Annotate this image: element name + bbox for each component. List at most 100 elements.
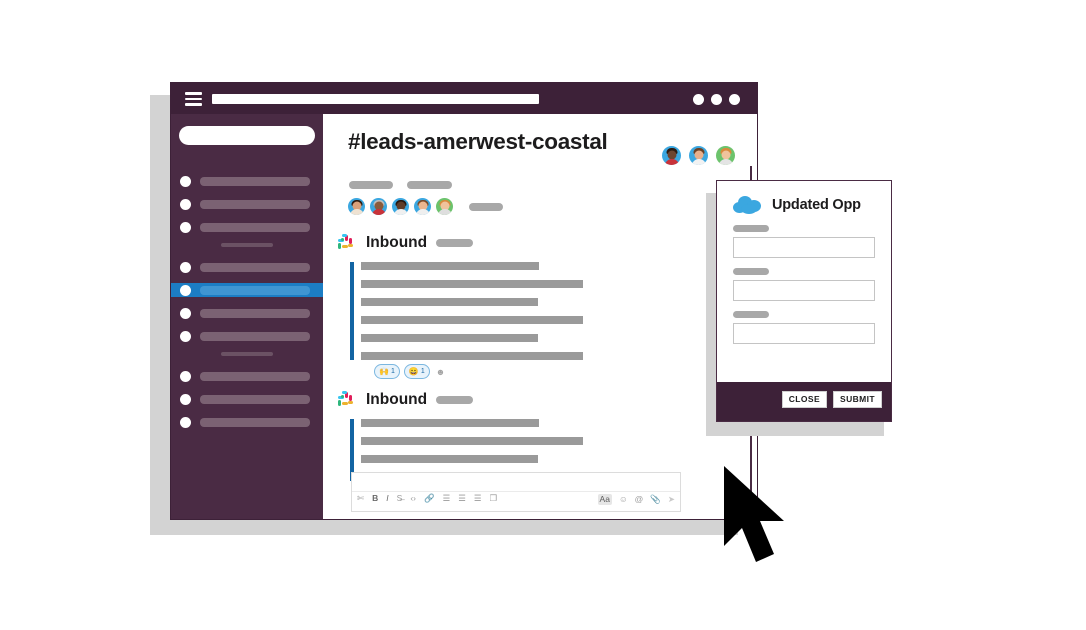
- channel-dot-icon: [180, 416, 191, 428]
- channel-dot-icon: [180, 261, 191, 273]
- hamburger-icon[interactable]: [185, 92, 202, 106]
- reaction-chip[interactable]: 🙌 1: [374, 364, 400, 379]
- channel-dot-icon: [180, 330, 191, 342]
- send-message-icon[interactable]: ➤: [668, 495, 675, 504]
- sidebar-item-2[interactable]: [171, 220, 323, 234]
- window-dot-2[interactable]: [711, 94, 722, 105]
- field-input[interactable]: [733, 280, 875, 301]
- window-title-bar: [171, 83, 757, 114]
- composer-format-tools: ✄ B I S̶ ‹› 🔗 ☰ ☰ ☰ ❐: [357, 494, 497, 503]
- form-field-2: [733, 311, 875, 344]
- avatar[interactable]: [436, 198, 453, 215]
- channel-member-avatars[interactable]: [348, 198, 503, 215]
- mention-icon[interactable]: @: [635, 495, 644, 504]
- channel-dot-icon: [180, 393, 191, 405]
- window-dot-3[interactable]: [729, 94, 740, 105]
- message-body: [337, 262, 687, 360]
- sidebar-item-label: [200, 285, 310, 295]
- header-avatar-group[interactable]: [662, 146, 735, 165]
- attach-file-icon[interactable]: 📎: [650, 495, 661, 504]
- text-line: [361, 352, 583, 360]
- sidebar-item-3[interactable]: [171, 260, 323, 274]
- channel-dot-icon: [180, 198, 191, 210]
- screenshot-canvas: #leads-amerwest-coastal Inbound 🙌 1 😄 1 …: [0, 0, 1086, 630]
- sidebar-item-5[interactable]: [171, 306, 323, 320]
- field-input[interactable]: [733, 323, 875, 344]
- add-reaction-icon[interactable]: ☻: [436, 367, 445, 377]
- sidebar-item-active[interactable]: [171, 283, 323, 297]
- smile-emoji-icon: 😄: [408, 366, 419, 376]
- text-line: [361, 455, 538, 463]
- workspace-switcher[interactable]: [179, 126, 315, 145]
- bold-icon[interactable]: B: [372, 494, 378, 503]
- window-dot-1[interactable]: [693, 94, 704, 105]
- message-composer[interactable]: ✄ B I S̶ ‹› 🔗 ☰ ☰ ☰ ❐ Aa ☺ @ 📎 ➤: [351, 472, 681, 512]
- avatar[interactable]: [370, 198, 387, 215]
- reaction-count: 1: [420, 368, 425, 375]
- field-label: [733, 268, 769, 275]
- channel-view: #leads-amerwest-coastal Inbound 🙌 1 😄 1 …: [323, 114, 757, 519]
- avatar[interactable]: [689, 146, 708, 165]
- sidebar-item-8[interactable]: [171, 392, 323, 406]
- avatar[interactable]: [716, 146, 735, 165]
- paperclip-icon[interactable]: ✄: [357, 494, 364, 503]
- sidebar-group-divider: [221, 352, 273, 356]
- member-count-pill: [469, 202, 503, 211]
- text-line: [361, 262, 539, 270]
- field-label: [733, 225, 769, 232]
- submit-button[interactable]: SUBMIT: [833, 391, 882, 408]
- slack-logo-icon: [337, 233, 357, 253]
- message-timestamp: [436, 396, 474, 404]
- sidebar-item-6[interactable]: [171, 329, 323, 343]
- sidebar-item-9[interactable]: [171, 415, 323, 429]
- field-input[interactable]: [733, 237, 875, 258]
- avatar[interactable]: [414, 198, 431, 215]
- message-author: Inbound: [366, 391, 428, 408]
- message-header: Inbound: [337, 232, 687, 254]
- blockquote-icon[interactable]: ☰: [474, 494, 482, 503]
- avatar[interactable]: [348, 198, 365, 215]
- sidebar-item-label: [200, 199, 310, 209]
- avatar[interactable]: [662, 146, 681, 165]
- modal-form: [717, 215, 891, 344]
- form-field-0: [733, 225, 875, 258]
- channel-list: [171, 174, 323, 438]
- avatar[interactable]: [392, 198, 409, 215]
- slack-logo-icon: [337, 390, 357, 410]
- composer-divider: [352, 491, 680, 492]
- salesforce-cloud-icon: [733, 195, 763, 215]
- window-controls[interactable]: [693, 94, 740, 105]
- form-field-1: [733, 268, 875, 301]
- raised-hands-emoji-icon: 🙌: [379, 366, 389, 376]
- italic-icon[interactable]: I: [386, 494, 388, 503]
- link-icon[interactable]: 🔗: [424, 494, 435, 503]
- strikethrough-icon[interactable]: S̶: [397, 494, 403, 503]
- message-item: Inbound 🙌 1 😄 1 ☻: [337, 232, 687, 379]
- bulleted-list-icon[interactable]: ☰: [458, 494, 466, 503]
- address-bar[interactable]: [212, 94, 539, 104]
- quote-accent-bar: [350, 262, 354, 360]
- formatting-toggle-icon[interactable]: Aa: [597, 494, 612, 505]
- message-reactions: 🙌 1 😄 1 ☻: [374, 364, 687, 379]
- code-icon[interactable]: ‹›: [410, 494, 416, 503]
- message-item: Inbound: [337, 389, 687, 481]
- sidebar-item-1[interactable]: [171, 197, 323, 211]
- code-block-icon[interactable]: ❐: [489, 494, 497, 503]
- channel-meta-pill-1: [349, 181, 393, 189]
- sidebar-item-label: [200, 331, 310, 341]
- text-line: [361, 280, 583, 288]
- reaction-chip[interactable]: 😄 1: [403, 364, 430, 379]
- close-button[interactable]: CLOSE: [781, 391, 828, 408]
- modal-footer: CLOSE SUBMIT: [717, 382, 891, 421]
- channel-meta: [349, 181, 452, 189]
- ordered-list-icon[interactable]: ☰: [443, 494, 451, 503]
- sidebar-item-7[interactable]: [171, 369, 323, 383]
- browser-window: #leads-amerwest-coastal Inbound 🙌 1 😄 1 …: [170, 82, 758, 520]
- emoji-icon[interactable]: ☺: [619, 495, 628, 504]
- sidebar-item-0[interactable]: [171, 174, 323, 188]
- page-title: #leads-amerwest-coastal: [348, 129, 608, 154]
- channel-dot-icon: [180, 175, 191, 187]
- message-author: Inbound: [366, 234, 428, 251]
- channel-dot-icon: [180, 370, 191, 382]
- sidebar-item-label: [200, 222, 310, 232]
